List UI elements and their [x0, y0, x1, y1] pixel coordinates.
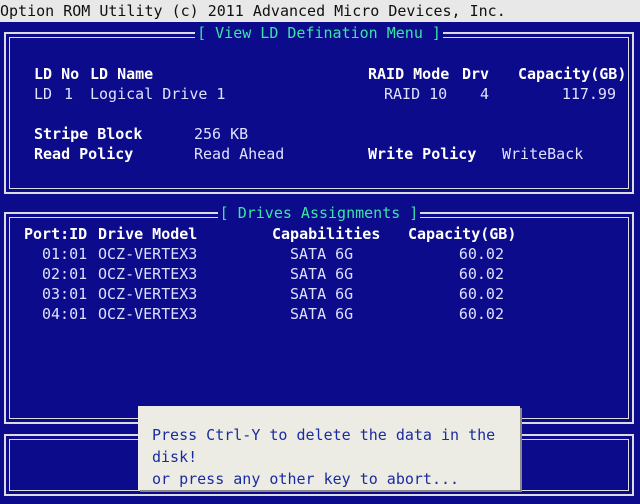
col-header-ld-no: LD No: [34, 65, 80, 83]
write-policy-label: Write Policy: [368, 145, 477, 163]
write-policy-value: WriteBack: [502, 145, 584, 163]
drive-capacity: 60.02: [458, 285, 504, 303]
drive-capabilities: SATA 6G: [290, 265, 354, 283]
drive-capabilities: SATA 6G: [290, 245, 354, 263]
stripe-block-label: Stripe Block: [34, 125, 143, 143]
dialog-message-line-1: Press Ctrl-Y to delete the data in the d…: [152, 426, 496, 466]
ld-definition-panel: [ View LD Defination Menu ] LD No LD Nam…: [4, 24, 634, 194]
col-header-drv: Drv: [462, 65, 490, 83]
app-title-bar: Option ROM Utility (c) 2011 Advanced Mic…: [0, 0, 640, 22]
drive-port: 02:01: [42, 265, 88, 283]
stripe-block-value: 256 KB: [194, 125, 249, 143]
drive-port: 04:01: [42, 305, 88, 323]
drive-model: OCZ-VERTEX3: [98, 285, 198, 303]
drives-panel-title: [ Drives Assignments ]: [217, 204, 421, 222]
drive-model: OCZ-VERTEX3: [98, 265, 198, 283]
col-header-drive-capacity: Capacity(GB): [408, 225, 517, 243]
read-policy-label: Read Policy: [34, 145, 134, 163]
ld-drive-count: 4: [480, 85, 490, 103]
drive-port: 01:01: [42, 245, 88, 263]
col-header-ld-name: LD Name: [90, 65, 154, 83]
ld-name: Logical Drive 1: [90, 85, 226, 103]
col-header-port: Port:ID: [24, 225, 88, 243]
drives-assignments-panel: [ Drives Assignments ] Port:ID Drive Mod…: [4, 204, 634, 424]
ld-prefix: LD: [34, 85, 53, 103]
col-header-capacity: Capacity(GB): [518, 65, 627, 83]
col-header-raid-mode: RAID Mode: [368, 65, 450, 83]
ld-raid-mode: RAID 10: [384, 85, 448, 103]
col-header-drive-model: Drive Model: [98, 225, 198, 243]
drive-capacity: 60.02: [458, 245, 504, 263]
drive-capabilities: SATA 6G: [290, 305, 354, 323]
drive-capacity: 60.02: [458, 265, 504, 283]
drive-model: OCZ-VERTEX3: [98, 305, 198, 323]
ld-panel-title: [ View LD Defination Menu ]: [195, 24, 443, 42]
delete-confirmation-dialog[interactable]: Press Ctrl-Y to delete the data in the d…: [138, 406, 520, 490]
drive-capabilities: SATA 6G: [290, 285, 354, 303]
dialog-message-line-2: or press any other key to abort...: [152, 470, 460, 488]
drive-capacity: 60.02: [458, 305, 504, 323]
ld-number: 1: [64, 85, 74, 103]
col-header-capabilities: Capabilities: [272, 225, 381, 243]
drive-port: 03:01: [42, 285, 88, 303]
drive-model: OCZ-VERTEX3: [98, 245, 198, 263]
read-policy-value: Read Ahead: [194, 145, 285, 163]
ld-capacity: 117.99: [561, 85, 616, 103]
app-title: Option ROM Utility (c) 2011 Advanced Mic…: [0, 2, 506, 20]
